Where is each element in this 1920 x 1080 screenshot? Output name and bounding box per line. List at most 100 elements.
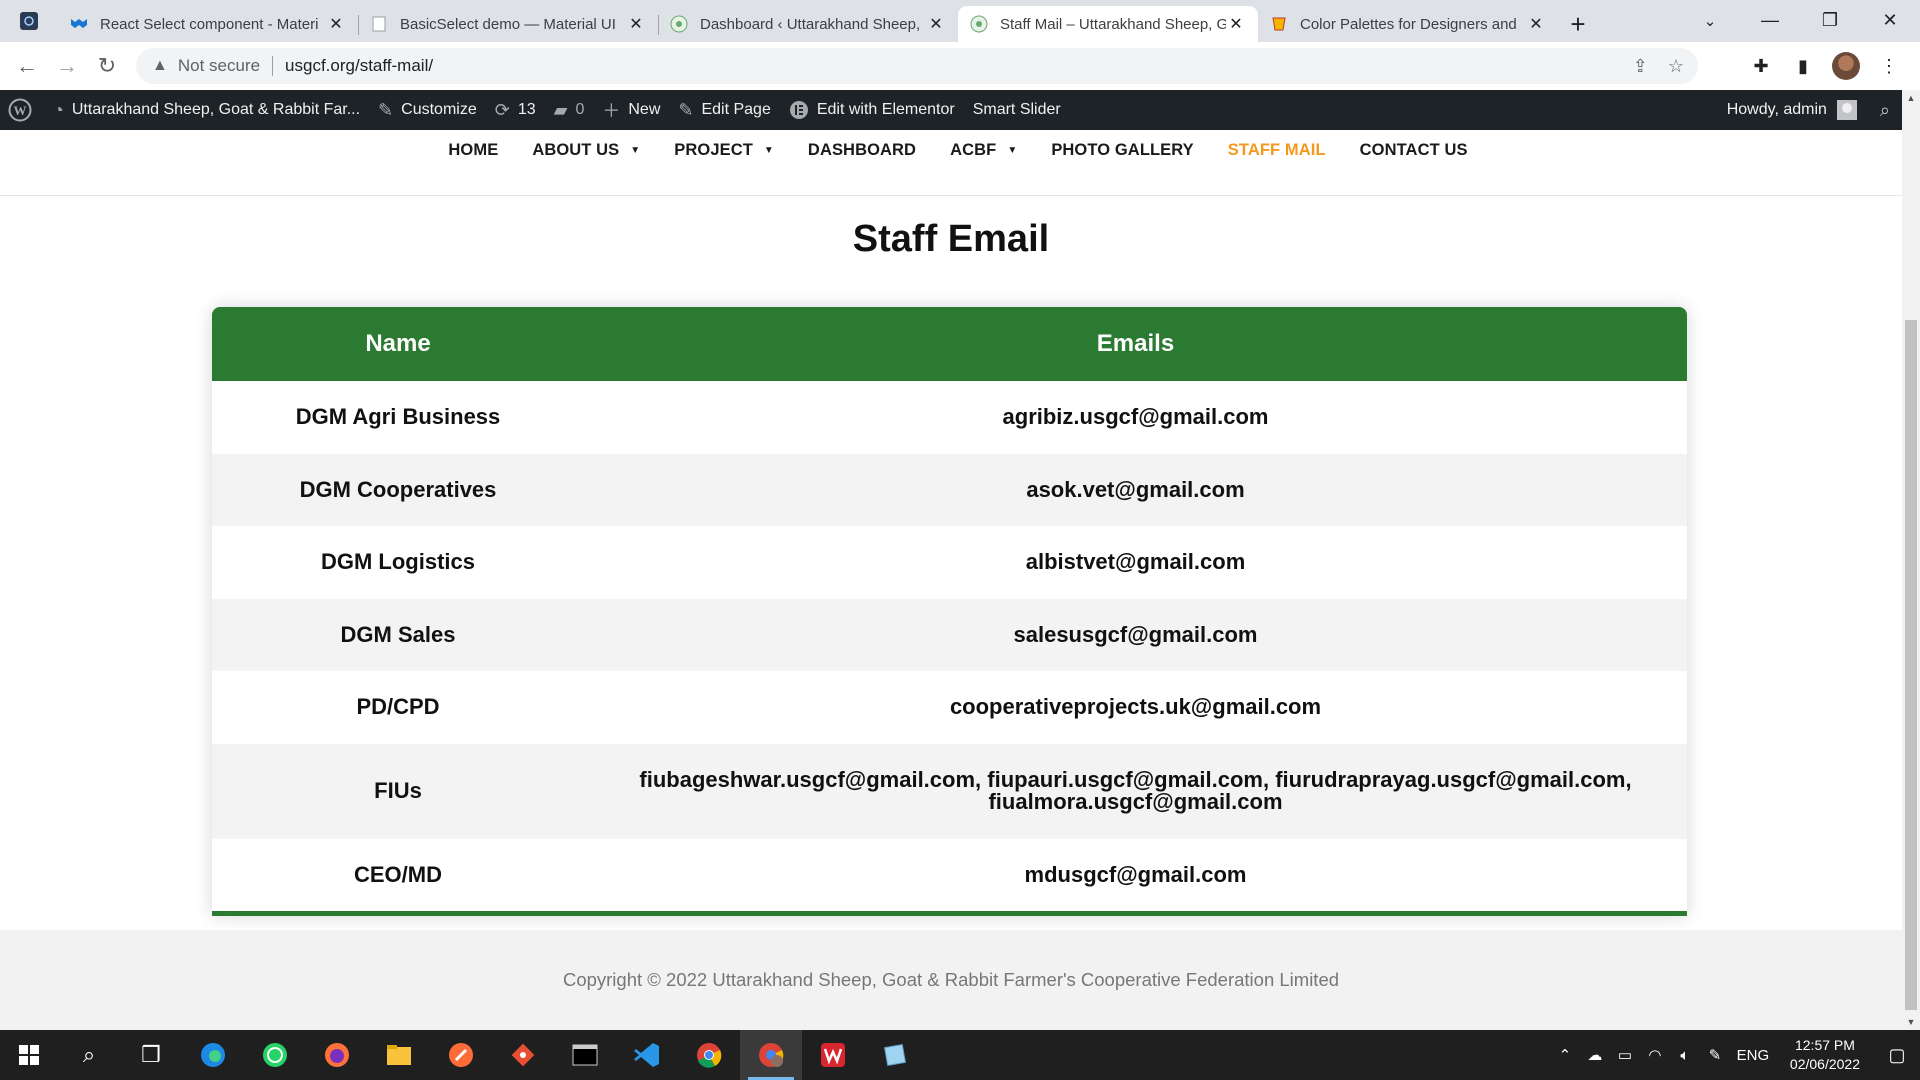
nav-project[interactable]: PROJECT ▼: [657, 130, 791, 170]
clock[interactable]: 12:57 PM 02/06/2022: [1776, 1036, 1874, 1074]
app-menu-icon[interactable]: [0, 0, 58, 42]
wps-office-icon[interactable]: [802, 1030, 864, 1080]
close-tab-icon[interactable]: ✕: [926, 14, 946, 34]
scroll-up-icon[interactable]: ▲: [1902, 90, 1920, 106]
vscode-icon[interactable]: [616, 1030, 678, 1080]
staff-email: cooperativeprojects.uk@gmail.com: [949, 694, 1322, 720]
chrome-icon[interactable]: [678, 1030, 740, 1080]
whatsapp-icon[interactable]: [244, 1030, 306, 1080]
close-tab-icon[interactable]: ✕: [1526, 14, 1546, 34]
search-icon[interactable]: ⌕: [58, 1030, 120, 1080]
tab-search-chevron-icon[interactable]: ⌄: [1690, 6, 1730, 36]
url-text[interactable]: usgcf.org/staff-mail/: [285, 56, 433, 76]
my-account-link[interactable]: Howdy, admin: [1718, 90, 1880, 130]
windows-taskbar: ⌕ ❒ ⌃ ☁ ▭ ◠ 🔈︎ ✎ ENG 12:57 PM 02/06/2022…: [0, 1030, 1920, 1080]
staff-name: PD/CPD: [356, 694, 440, 720]
staff-email-table: Name Emails DGM Agri Business agribiz.us…: [212, 307, 1687, 916]
site-name-link[interactable]: ◔ Uttarakhand Sheep, Goat & Rabbit Far..…: [44, 90, 369, 130]
battery-icon[interactable]: ▭: [1610, 1046, 1640, 1064]
brush-icon: ✎: [378, 99, 394, 120]
back-icon[interactable]: ←: [7, 46, 47, 86]
close-tab-icon[interactable]: ✕: [626, 14, 646, 34]
notepad-icon[interactable]: [864, 1030, 926, 1080]
language-indicator[interactable]: ENG: [1730, 1047, 1776, 1064]
system-tray: ⌃ ☁ ▭ ◠ 🔈︎ ✎ ENG 12:57 PM 02/06/2022 ▢: [1550, 1030, 1920, 1080]
table-header-emails: Emails: [584, 307, 1687, 381]
tab-staff-mail[interactable]: Staff Mail – Uttarakhand Sheep, G ✕: [958, 6, 1258, 42]
nav-contact-us[interactable]: CONTACT US: [1343, 130, 1485, 170]
nav-home[interactable]: HOME: [431, 130, 515, 170]
task-view-icon[interactable]: ❒: [120, 1030, 182, 1080]
site-logo-icon: [670, 15, 688, 33]
browser-menu-icon[interactable]: ⋮: [1876, 50, 1902, 82]
forward-icon[interactable]: →: [47, 46, 87, 86]
warning-icon[interactable]: ▲: [152, 57, 168, 75]
firefox-icon[interactable]: [306, 1030, 368, 1080]
edit-page-link[interactable]: ✎ Edit Page: [669, 90, 779, 130]
share-icon[interactable]: ⇪: [1633, 56, 1648, 77]
wp-admin-bar: W ◔ Uttarakhand Sheep, Goat & Rabbit Far…: [0, 90, 1902, 130]
staff-name: DGM Cooperatives: [212, 453, 584, 526]
staff-email: asok.vet@gmail.com: [584, 453, 1687, 526]
windows-start-icon[interactable]: [0, 1030, 58, 1080]
plus-icon: ＋: [602, 101, 621, 121]
chrome-profile-icon[interactable]: [740, 1030, 802, 1080]
nav-about-us[interactable]: ABOUT US ▼: [515, 130, 657, 170]
new-content-link[interactable]: ＋ New: [593, 90, 669, 130]
nav-staff-mail[interactable]: STAFF MAIL: [1211, 130, 1343, 170]
wordpress-logo-icon[interactable]: W: [0, 90, 44, 130]
close-tab-icon[interactable]: ✕: [1226, 14, 1246, 34]
close-tab-icon[interactable]: ✕: [326, 14, 346, 34]
wifi-icon[interactable]: ◠: [1640, 1046, 1670, 1064]
site-logo-icon: [970, 15, 988, 33]
staff-email: albistvet@gmail.com: [1025, 549, 1246, 575]
terminal-icon[interactable]: [554, 1030, 616, 1080]
minimize-icon[interactable]: —: [1740, 0, 1800, 40]
git-icon[interactable]: [492, 1030, 554, 1080]
tab-color-palettes[interactable]: Color Palettes for Designers and ✕: [1258, 6, 1558, 42]
edit-with-elementor-link[interactable]: Edit with Elementor: [780, 90, 964, 130]
scroll-down-icon[interactable]: ▼: [1902, 1014, 1920, 1030]
security-label[interactable]: Not secure: [178, 56, 260, 76]
tab-basicselect-demo[interactable]: BasicSelect demo — Material UI ✕: [358, 6, 658, 42]
tab-dashboard[interactable]: Dashboard ‹ Uttarakhand Sheep, ✕: [658, 6, 958, 42]
browser-toolbar: ← → ↻ ▲ Not secure usgcf.org/staff-mail/…: [0, 42, 1920, 90]
onedrive-icon[interactable]: ☁: [1580, 1046, 1610, 1064]
pen-icon[interactable]: ✎: [1700, 1046, 1730, 1064]
volume-icon[interactable]: 🔈︎: [1670, 1047, 1700, 1064]
chevron-up-icon[interactable]: ⌃: [1550, 1046, 1580, 1064]
address-bar[interactable]: ▲ Not secure usgcf.org/staff-mail/ ⇪ ☆: [136, 48, 1698, 84]
admin-search-icon[interactable]: ⌕: [1880, 90, 1902, 130]
new-tab-button[interactable]: +: [1558, 6, 1598, 42]
page-scrollbar[interactable]: ▲ ▼: [1902, 90, 1920, 1030]
postman-icon[interactable]: [430, 1030, 492, 1080]
scrollbar-thumb[interactable]: [1905, 320, 1917, 1010]
customize-link[interactable]: ✎ Customize: [369, 90, 486, 130]
profile-avatar[interactable]: [1832, 52, 1860, 80]
tab-react-select[interactable]: React Select component - Materi ✕: [58, 6, 358, 42]
close-window-icon[interactable]: ✕: [1860, 0, 1920, 40]
bookmark-star-icon[interactable]: ☆: [1668, 56, 1684, 77]
comments-link[interactable]: ▰ 0: [545, 90, 594, 130]
site-navigation: HOME ABOUT US ▼ PROJECT ▼ DASHBOARD ACBF ▼ …: [0, 130, 1902, 196]
chevron-down-icon: ▼: [1007, 144, 1018, 156]
edge-icon[interactable]: [182, 1030, 244, 1080]
restore-icon[interactable]: ❐: [1800, 0, 1860, 40]
page-title: Staff Email: [852, 218, 1050, 260]
nav-acbf[interactable]: ACBF ▼: [933, 130, 1034, 170]
table-row: DGM Sales salesusgcf@gmail.com: [212, 598, 1687, 671]
nav-dashboard[interactable]: DASHBOARD: [791, 130, 933, 170]
extensions-icon[interactable]: ✚: [1748, 50, 1774, 82]
staff-name: DGM Sales: [212, 598, 584, 671]
staff-name: CEO/MD: [354, 861, 442, 887]
reload-icon[interactable]: ↻: [87, 46, 127, 86]
side-panel-icon[interactable]: ▮: [1790, 50, 1816, 82]
updates-link[interactable]: ⟳ 13: [486, 90, 545, 130]
smart-slider-link[interactable]: Smart Slider: [964, 90, 1070, 130]
notifications-icon[interactable]: ▢: [1874, 1045, 1920, 1066]
tab-title: Dashboard ‹ Uttarakhand Sheep,: [700, 15, 921, 33]
staff-name: FIUs: [212, 743, 584, 839]
nav-photo-gallery[interactable]: PHOTO GALLERY: [1034, 130, 1210, 170]
staff-email: fiubageshwar.usgcf@gmail.com, fiupauri.u…: [584, 743, 1687, 839]
file-explorer-icon[interactable]: [368, 1030, 430, 1080]
